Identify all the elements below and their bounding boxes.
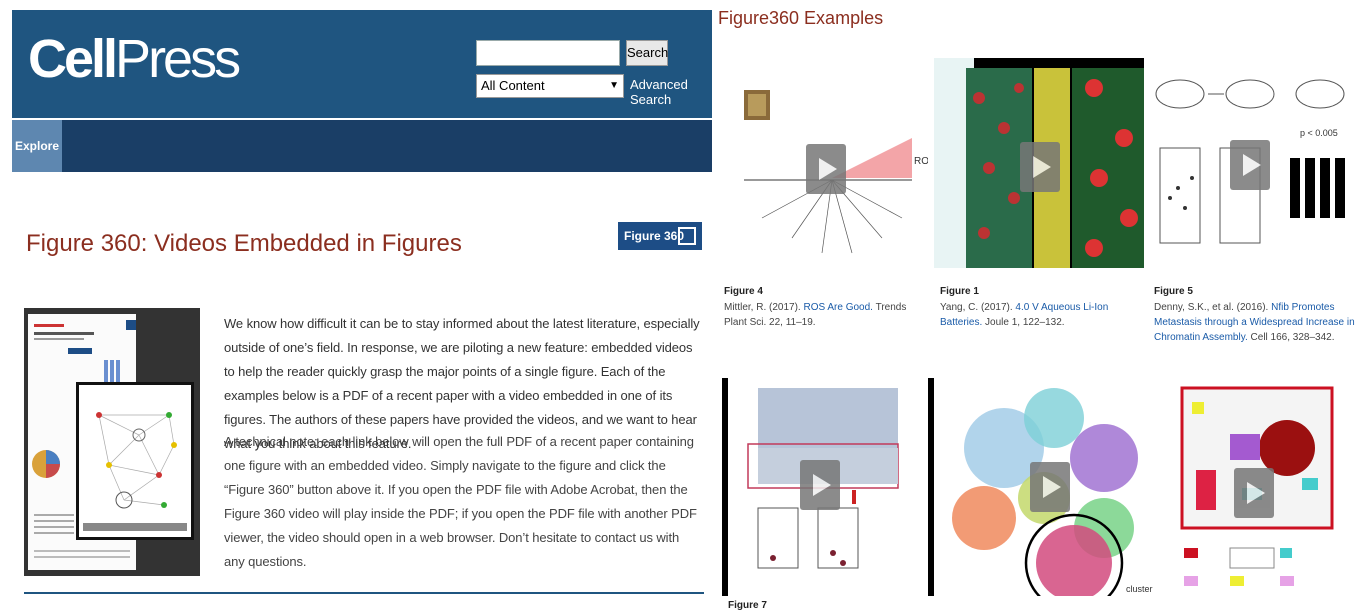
figure360-button-label: Figure 360: [624, 229, 685, 243]
caption-journal: Cell 166, 328–342.: [1250, 332, 1335, 343]
play-video-icon[interactable]: [1020, 142, 1060, 192]
dropdown-caret-icon: ▼: [609, 80, 619, 91]
figure360-thumbnail[interactable]: [24, 308, 200, 576]
search-button[interactable]: Search: [626, 40, 668, 66]
caption-figure-label: Figure 4: [724, 286, 763, 297]
caption-text: Yang, C. (2017). 4.0 V Aqueous Li-Ion Ba…: [940, 300, 1140, 330]
nav-bar: Explore: [12, 120, 712, 172]
video-overlay-preview: [76, 382, 194, 540]
network-graphic: [83, 412, 187, 531]
page-title: Figure 360: Videos Embedded in Figures: [26, 230, 462, 257]
search-scope-select[interactable]: All Content ▼: [476, 74, 624, 98]
play-video-icon[interactable]: [1230, 140, 1270, 190]
play-video-icon[interactable]: [1030, 462, 1070, 512]
cellpress-logo[interactable]: CellPress: [28, 28, 241, 90]
play-video-icon[interactable]: [800, 460, 840, 510]
figure360-examples-panel: Figure360 Examples ROS: [716, 0, 1362, 611]
pvalue-label: p < 0.005: [1300, 128, 1338, 138]
example-figure-7-image[interactable]: [722, 378, 922, 596]
caption-figure-label: Figure 7: [728, 600, 767, 611]
caption-text: Denny, S.K., et al. (2016). Nfib Promote…: [1154, 300, 1358, 345]
caption-text: Mittler, R. (2017). ROS Are Good. Trends…: [724, 300, 930, 330]
cellpress-page: CellPress Search All Content ▼ Advanced …: [12, 10, 712, 610]
figure360-icon: [678, 227, 696, 245]
caption-paper-link[interactable]: ROS Are Good.: [803, 302, 872, 313]
nav-tab-explore[interactable]: Explore: [12, 120, 62, 172]
caption-authors: Mittler, R. (2017).: [724, 302, 801, 313]
example-network-image[interactable]: cluster: [928, 378, 1156, 596]
site-header: CellPress Search All Content ▼ Advanced …: [12, 10, 712, 118]
cluster-label: cluster: [1126, 584, 1153, 594]
example-figure-4-image[interactable]: ROS: [722, 68, 928, 268]
play-video-icon[interactable]: [806, 144, 846, 194]
example-cell-image[interactable]: [1172, 378, 1360, 606]
technical-note-paragraph: A technical note: each link below will o…: [224, 434, 697, 569]
search-scope-value: All Content: [481, 78, 545, 93]
caption-figure-label: Figure 1: [940, 286, 979, 297]
ros-label: ROS: [914, 156, 928, 167]
examples-title: Figure360 Examples: [718, 8, 884, 28]
caption-figure-label: Figure 5: [1154, 286, 1193, 297]
example-figure-5-image[interactable]: p < 0.005: [1150, 68, 1360, 268]
play-video-icon[interactable]: [1234, 468, 1274, 518]
logo-press-text: Press: [115, 29, 241, 89]
caption-journal: Joule 1, 122–132.: [985, 317, 1065, 328]
divider: [24, 592, 704, 594]
logo-cell-text: Cell: [28, 29, 118, 89]
figure360-button[interactable]: Figure 360: [618, 222, 702, 250]
example-figure-1-image[interactable]: [934, 58, 1144, 268]
advanced-search-link[interactable]: Advanced Search: [630, 77, 712, 107]
search-input[interactable]: [476, 40, 620, 66]
caption-authors: Yang, C. (2017).: [940, 302, 1013, 313]
caption-authors: Denny, S.K., et al. (2016).: [1154, 302, 1269, 313]
